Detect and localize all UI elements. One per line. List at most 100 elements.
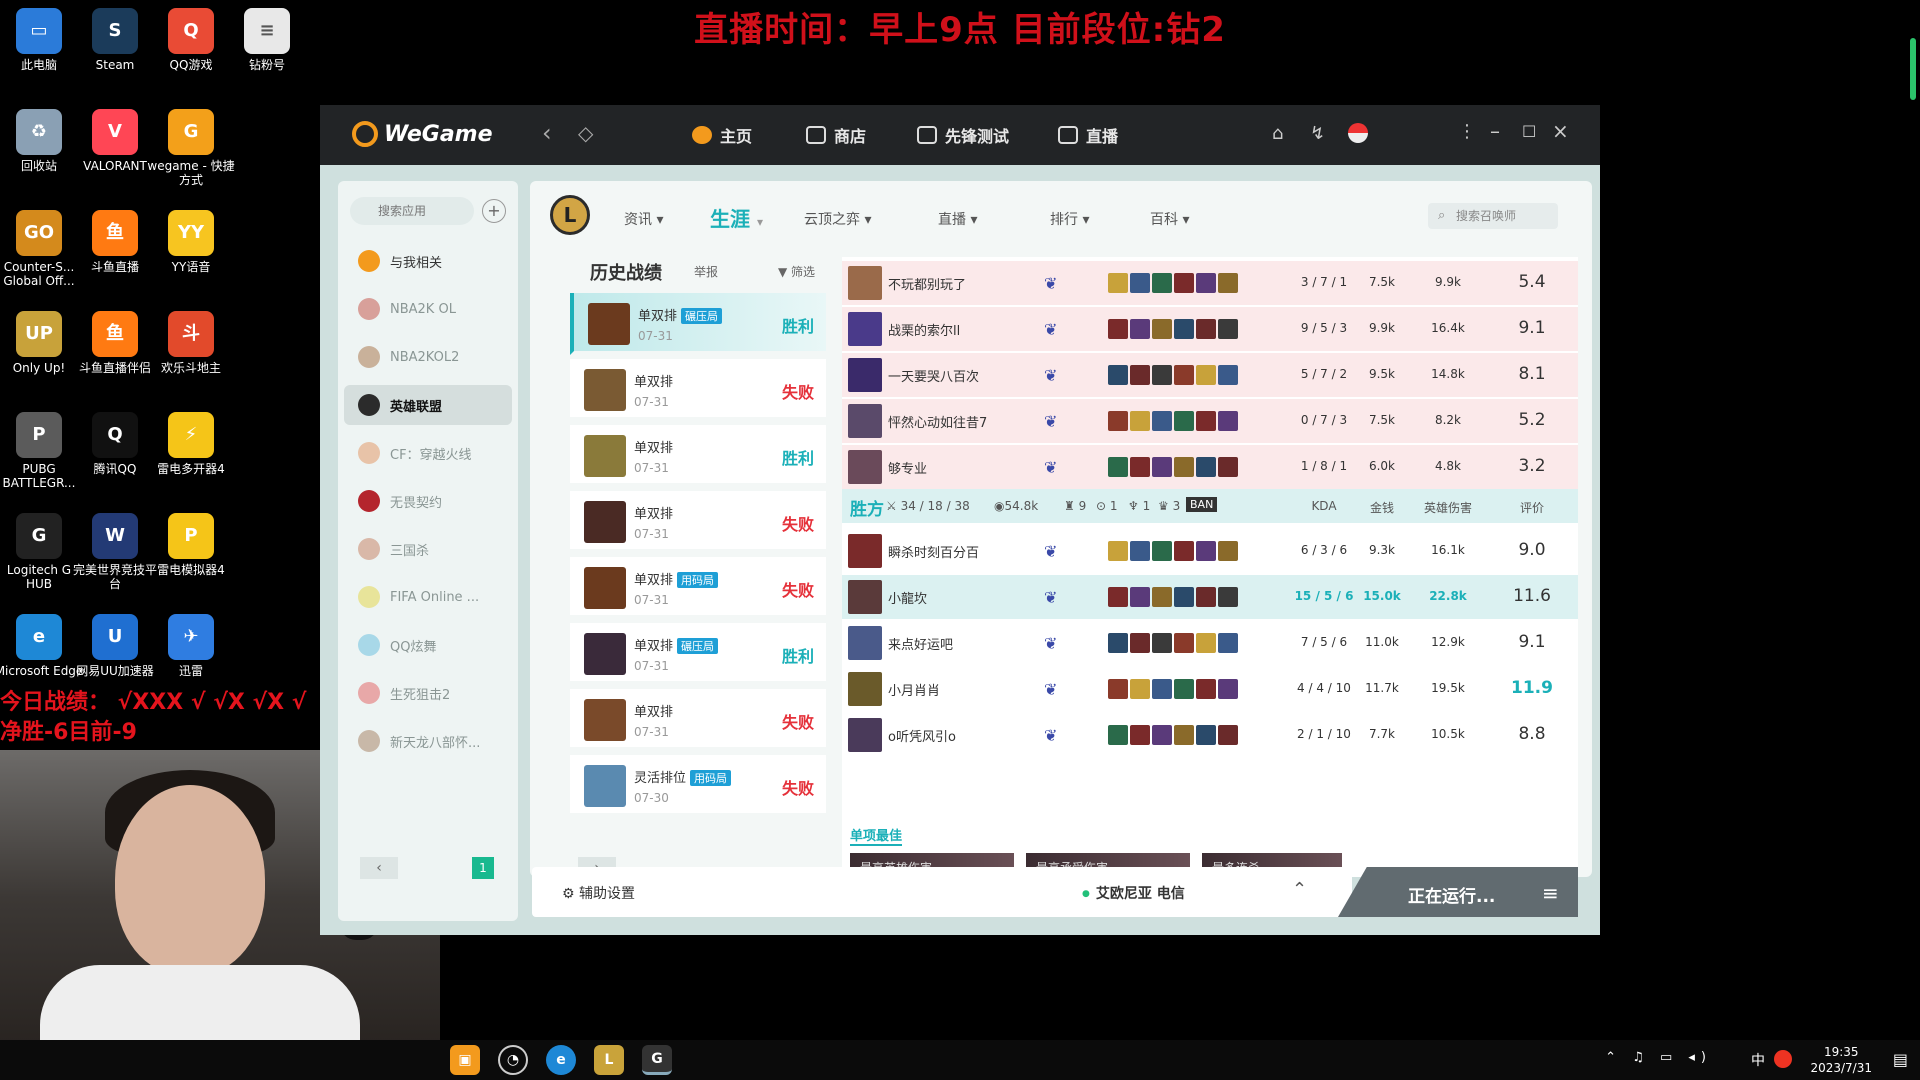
match-item[interactable]: 单双排 碾压局 07-31 胜利	[570, 293, 826, 355]
item-build	[1108, 457, 1238, 477]
sidebar-item[interactable]: 生死狙击2	[344, 673, 512, 713]
gift-icon[interactable]: ⌂	[1272, 123, 1283, 144]
item-icon	[1130, 541, 1150, 561]
close-icon[interactable]: ×	[1552, 119, 1569, 143]
summoner-search-input[interactable]: ⌕ 搜索召唤师	[1428, 203, 1558, 229]
nav-home[interactable]: 主页	[692, 123, 752, 147]
rank-emblem-icon: ❦	[1044, 458, 1058, 477]
minimize-icon[interactable]: –	[1490, 119, 1500, 143]
desktop-icon[interactable]: ✈ 迅雷	[146, 614, 236, 678]
ban-badge[interactable]: BAN	[1186, 497, 1218, 512]
current-page[interactable]: 1	[472, 857, 494, 879]
sidebar-item[interactable]: CF：穿越火线	[344, 433, 512, 473]
subnav-career[interactable]: 生涯 ▾	[710, 203, 763, 232]
desktop-icon[interactable]: 斗欢乐斗地主	[146, 311, 236, 375]
subnav-news[interactable]: 资讯 ▾	[624, 209, 663, 229]
tray-icons[interactable]: ⌃ ♫ ▭ ◂)	[1605, 1050, 1712, 1065]
match-item[interactable]: 单双排 07-31 失败	[570, 689, 826, 751]
nav-live[interactable]: 直播	[1058, 123, 1118, 147]
item-icon	[1130, 457, 1150, 477]
player-score: 8.8	[1518, 724, 1546, 744]
main-panel: L 资讯 ▾ 生涯 ▾ 云顶之弈 ▾ 直播 ▾ 排行 ▾ 百科 ▾ ⌕ 搜索召唤师…	[530, 181, 1592, 877]
desktop-icon[interactable]: YY YY语音	[146, 210, 236, 274]
subnav-tft[interactable]: 云顶之弈 ▾	[804, 209, 871, 229]
player-name: 够专业	[888, 462, 928, 477]
sidebar-item[interactable]: 三国杀	[344, 529, 512, 569]
taskbar-app-icon[interactable]: L	[594, 1045, 624, 1075]
ime-indicator[interactable]: 中	[1751, 1050, 1765, 1070]
subnav-live-label: 直播	[938, 212, 966, 228]
nav-store[interactable]: 商店	[806, 123, 866, 147]
best-stats-title[interactable]: 单项最佳	[850, 825, 903, 846]
taskbar-app-icon[interactable]: ◔	[498, 1045, 528, 1075]
player-row[interactable]: o听凭风引o ❦ 2 / 1 / 10 7.7k 10.5k 8.8	[842, 713, 1578, 757]
sidebar-item[interactable]: 无畏契约	[344, 481, 512, 521]
taskbar-app-icon[interactable]: ▣	[450, 1045, 480, 1075]
match-item[interactable]: 单双排 07-31 失败	[570, 359, 826, 421]
match-item[interactable]: 单双排 07-31 失败	[570, 491, 826, 553]
add-app-button[interactable]: +	[482, 199, 506, 223]
player-row[interactable]: 不玩都别玩了 ❦ 3 / 7 / 1 7.5k 9.9k 5.4	[842, 261, 1578, 305]
sidebar-item[interactable]: NBA2KOL2	[344, 337, 512, 377]
sidebar-item[interactable]: NBA2K OL	[344, 289, 512, 329]
back-arrow-icon[interactable]: ‹	[542, 119, 552, 147]
item-icon	[1174, 587, 1194, 607]
desktop-icon[interactable]: ⚡ 雷电多开器4	[146, 412, 236, 476]
match-mode-label: 单双排	[634, 573, 674, 588]
player-row[interactable]: 瞬杀时刻百分百 ❦ 6 / 3 / 6 9.3k 16.1k 9.0	[842, 529, 1578, 573]
player-row[interactable]: 够专业 ❦ 1 / 8 / 1 6.0k 4.8k 3.2	[842, 445, 1578, 489]
subnav-rank[interactable]: 排行 ▾	[1050, 209, 1089, 229]
sidebar-item[interactable]: FIFA Online ...	[344, 577, 512, 617]
hamburger-menu-icon[interactable]: ≡	[1542, 881, 1559, 905]
filter-button[interactable]: ▼ 筛选	[778, 263, 815, 280]
match-date: 07-31	[638, 329, 673, 343]
match-item[interactable]: 灵活排位 用码局 07-30 失败	[570, 755, 826, 817]
taskbar-app-icon[interactable]: G	[642, 1045, 672, 1075]
col-damage[interactable]: 英雄伤害	[1418, 499, 1478, 516]
app-icon	[358, 586, 380, 608]
desktop-icon[interactable]: P 雷电模拟器4	[146, 513, 236, 577]
sidebar-item[interactable]: QQ炫舞	[344, 625, 512, 665]
player-row[interactable]: 来点好运吧 ❦ 7 / 5 / 6 11.0k 12.9k 9.1	[842, 621, 1578, 665]
desktop-icon-label: 欢乐斗地主	[160, 361, 221, 375]
player-row[interactable]: 怦然心动如往昔7 ❦ 0 / 7 / 3 7.5k 8.2k 5.2	[842, 399, 1578, 443]
sougou-icon[interactable]	[1774, 1050, 1792, 1068]
avatar[interactable]	[1348, 123, 1368, 143]
sidebar-item[interactable]: 英雄联盟	[344, 385, 512, 425]
prev-page-button[interactable]: ‹	[360, 857, 398, 879]
more-menu-icon[interactable]: ⋮	[1458, 121, 1476, 142]
player-row[interactable]: 小龍坎 ❦ 15 / 5 / 6 15.0k 22.8k 11.6	[842, 575, 1578, 619]
assist-settings-button[interactable]: ⚙ 辅助设置	[562, 883, 635, 903]
item-icon	[1218, 319, 1238, 339]
subnav-wiki[interactable]: 百科 ▾	[1150, 209, 1189, 229]
nav-pioneer-test[interactable]: 先锋测试	[917, 123, 1009, 147]
player-row[interactable]: 一天要哭八百次 ❦ 5 / 7 / 2 9.5k 14.8k 8.1	[842, 353, 1578, 397]
taskbar-clock[interactable]: 19:35 2023/7/31	[1810, 1044, 1872, 1076]
download-icon[interactable]: ↯	[1310, 123, 1325, 144]
match-tag-badge: 碾压局	[681, 308, 723, 324]
app-icon	[358, 250, 380, 272]
player-row[interactable]: 小月肖肖 ❦ 4 / 4 / 10 11.7k 19.5k 11.9	[842, 667, 1578, 711]
player-row[interactable]: 战栗的索尔ll ❦ 9 / 5 / 3 9.9k 16.4k 9.1	[842, 307, 1578, 351]
item-icon	[1130, 725, 1150, 745]
subnav-live[interactable]: 直播 ▾	[938, 209, 977, 229]
notification-icon[interactable]: ▤	[1893, 1050, 1908, 1069]
item-icon	[1174, 273, 1194, 293]
sidebar-item[interactable]: 新天龙八部怀...	[344, 721, 512, 761]
server-selector[interactable]: 艾欧尼亚 电信	[1082, 883, 1185, 903]
maximize-icon[interactable]: ☐	[1522, 122, 1536, 141]
match-item[interactable]: 单双排 碾压局 07-31 胜利	[570, 623, 826, 685]
report-link[interactable]: 举报	[694, 263, 718, 280]
chevron-up-icon[interactable]: ⌃	[1292, 879, 1307, 900]
match-item[interactable]: 单双排 07-31 胜利	[570, 425, 826, 487]
sidebar-item[interactable]: 与我相关	[344, 241, 512, 281]
desktop-icon[interactable]: ≡ 钻粉号	[222, 8, 312, 72]
match-item[interactable]: 单双排 用码局 07-31 失败	[570, 557, 826, 619]
webcam-face	[115, 785, 265, 975]
refresh-icon[interactable]: ◇	[578, 121, 593, 145]
app-search-input[interactable]: 搜索应用	[350, 197, 474, 225]
desktop-icon[interactable]: Gwegame - 快捷方式	[146, 109, 236, 187]
taskbar-app-icon[interactable]: e	[546, 1045, 576, 1075]
item-icon	[1196, 725, 1216, 745]
player-gold: 9.5k	[1368, 367, 1396, 381]
